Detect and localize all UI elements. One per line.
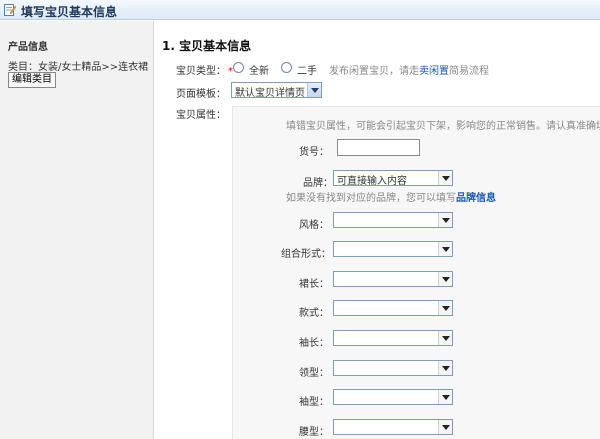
chevron-down-icon xyxy=(438,213,452,227)
skirt-length-label: 裙长： xyxy=(299,279,329,290)
collar-select[interactable] xyxy=(333,360,453,376)
waist-select[interactable] xyxy=(333,419,453,435)
brand-label: 品牌： xyxy=(303,178,333,189)
style-select[interactable] xyxy=(333,212,453,228)
radio-used-label: 二手 xyxy=(297,66,317,77)
chevron-down-icon xyxy=(438,420,452,434)
brand-select[interactable]: 可直接输入内容 xyxy=(333,170,453,187)
item-type-label: 宝贝类型： * xyxy=(176,62,233,77)
chevron-down-icon xyxy=(438,390,452,404)
page-template-value: 默认宝贝详情页 xyxy=(235,88,305,99)
idle-hint-suffix: 简易流程 xyxy=(449,66,489,77)
page-template-label: 页面模板： xyxy=(176,89,226,100)
sidebar-title: 产品信息 xyxy=(8,42,48,53)
sleeve-type-select[interactable] xyxy=(333,389,453,405)
item-type-label-text: 宝贝类型： xyxy=(176,66,226,77)
combination-select[interactable] xyxy=(333,241,453,257)
brand-hint-prefix: 如果没有找到对应的品牌，您可以填写 xyxy=(286,193,456,204)
category-path: 类目：女装/女士精品>>连衣裙 xyxy=(8,62,149,73)
edit-category-button[interactable]: 编辑类目 xyxy=(8,72,56,88)
chevron-down-icon xyxy=(307,83,321,97)
chevron-down-icon xyxy=(438,301,452,315)
sku-label: 货号： xyxy=(299,147,329,158)
idle-item-hint: 发布闲置宝贝，请走卖闲置简易流程 xyxy=(329,62,489,77)
radio-new[interactable] xyxy=(233,62,244,73)
radio-used[interactable] xyxy=(281,62,292,73)
attributes-warning: 填错宝贝属性，可能会引起宝贝下架，影响您的正常销售。请认真准确填写 xyxy=(286,121,600,132)
page-header: 填写宝贝基本信息 xyxy=(0,0,600,20)
style-label: 风格： xyxy=(299,220,329,231)
collar-label: 领型： xyxy=(299,368,329,379)
chevron-down-icon xyxy=(438,272,452,286)
idle-hint-prefix: 发布闲置宝贝，请走 xyxy=(329,66,419,77)
chevron-down-icon xyxy=(438,171,452,185)
waist-label: 腰型： xyxy=(299,427,329,438)
design-select[interactable] xyxy=(333,300,453,316)
chevron-down-icon xyxy=(438,361,452,375)
sleeve-length-label: 袖长： xyxy=(299,338,329,349)
brand-hint: 如果没有找到对应的品牌，您可以填写品牌信息 xyxy=(286,189,496,204)
product-info-sidebar: 产品信息 类目：女装/女士精品>>连衣裙 编辑类目 xyxy=(0,21,154,439)
chevron-down-icon xyxy=(438,331,452,345)
combination-label: 组合形式： xyxy=(281,249,331,260)
attributes-label: 宝贝属性： xyxy=(176,110,226,121)
brand-info-link[interactable]: 品牌信息 xyxy=(456,193,496,204)
page-template-select[interactable]: 默认宝贝详情页 xyxy=(231,82,322,99)
sell-idle-link[interactable]: 卖闲置 xyxy=(419,66,449,77)
brand-value: 可直接输入内容 xyxy=(337,176,407,187)
skirt-length-select[interactable] xyxy=(333,271,453,287)
section-title: 1. 宝贝基本信息 xyxy=(162,39,252,53)
sleeve-length-select[interactable] xyxy=(333,330,453,346)
page-title: 填写宝贝基本信息 xyxy=(21,5,118,19)
edit-form-icon xyxy=(4,4,16,16)
chevron-down-icon xyxy=(438,242,452,256)
design-label: 款式： xyxy=(299,308,329,319)
sleeve-type-label: 袖型： xyxy=(299,397,329,408)
sku-input[interactable] xyxy=(337,139,420,156)
radio-new-label: 全新 xyxy=(249,66,269,77)
